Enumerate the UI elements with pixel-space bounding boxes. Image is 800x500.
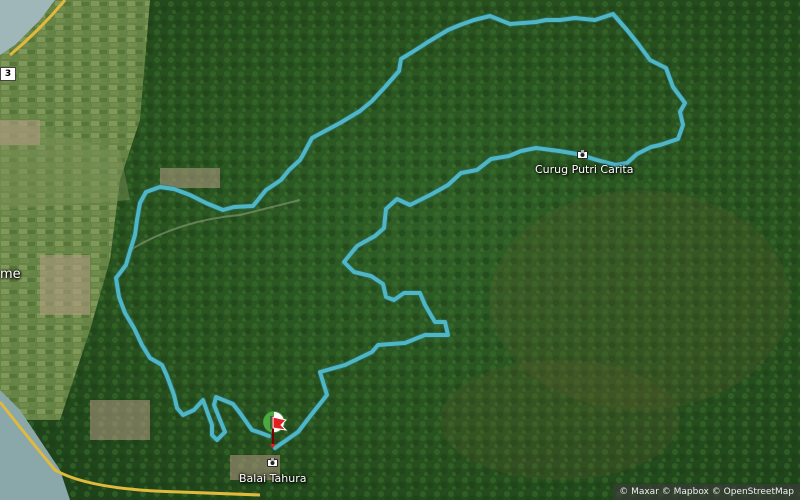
town-label: me xyxy=(0,267,21,282)
camera-icon[interactable] xyxy=(577,150,588,159)
poi-label-balai[interactable]: Balai Tahura xyxy=(239,472,306,485)
map-attribution[interactable]: © Maxar © Mapbox © OpenStreetMap xyxy=(613,484,800,500)
camera-icon[interactable] xyxy=(267,458,278,467)
map-view[interactable]: Curug Putri Carita Balai Tahura me 3 © M… xyxy=(0,0,800,500)
poi-label-curug[interactable]: Curug Putri Carita xyxy=(535,163,633,176)
finish-marker-icon[interactable] xyxy=(269,414,291,448)
satellite-imagery xyxy=(0,0,800,500)
road-shield: 3 xyxy=(0,67,16,81)
